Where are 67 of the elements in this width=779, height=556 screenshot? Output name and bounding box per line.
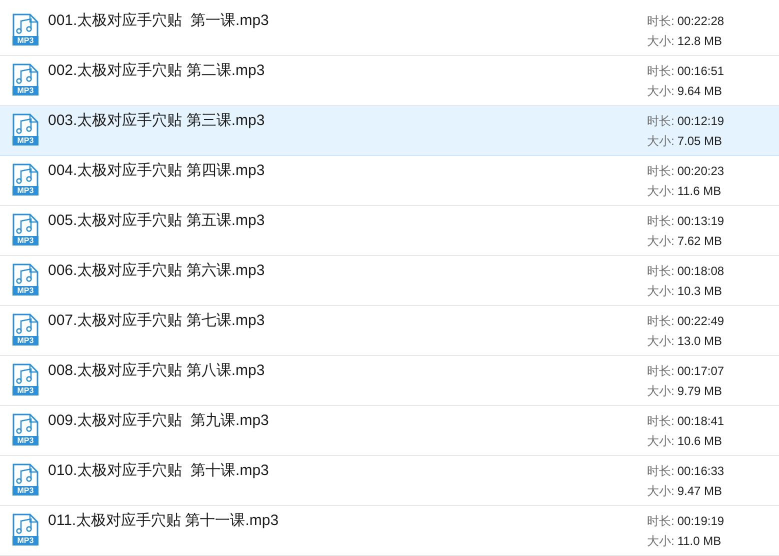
size-value: 9.47 MB: [677, 483, 722, 500]
size-value: 10.3 MB: [677, 283, 722, 300]
size-value: 13.0 MB: [677, 333, 722, 350]
audio-file-icon: MP3: [12, 213, 39, 246]
size-label: 大小:: [647, 183, 674, 200]
audio-file-icon: MP3: [12, 263, 39, 296]
size-value: 12.8 MB: [677, 33, 722, 50]
duration-label: 时长:: [647, 163, 674, 180]
size-label: 大小:: [647, 383, 674, 400]
file-name: 001.太极对应手穴贴 第一课.mp3: [48, 11, 269, 31]
duration-value: 00:16:33: [677, 463, 724, 480]
duration-label: 时长:: [647, 63, 674, 80]
size-label: 大小:: [647, 283, 674, 300]
duration-label: 时长:: [647, 313, 674, 330]
audio-file-icon: MP3: [12, 63, 39, 96]
size-label: 大小:: [647, 133, 674, 150]
audio-file-icon: MP3: [12, 463, 39, 496]
size-value: 7.62 MB: [677, 233, 722, 250]
file-name: 004.太极对应手穴贴 第四课.mp3: [48, 161, 265, 181]
size-value: 9.79 MB: [677, 383, 722, 400]
duration-value: 00:19:19: [677, 513, 724, 530]
duration-value: 00:16:51: [677, 63, 724, 80]
size-value: 10.6 MB: [677, 433, 722, 450]
file-row[interactable]: MP3 003.太极对应手穴贴 第三课.mp3 时长: 00:12:19 大小: 7.05 MB: [0, 106, 779, 156]
size-value: 7.05 MB: [677, 133, 722, 150]
audio-file-icon: MP3: [12, 363, 39, 396]
file-name: 009.太极对应手穴贴 第九课.mp3: [48, 411, 269, 431]
file-name: 006.太极对应手穴贴 第六课.mp3: [48, 261, 265, 281]
file-name: 008.太极对应手穴贴 第八课.mp3: [48, 361, 265, 381]
audio-file-icon: MP3: [12, 13, 39, 46]
duration-value: 00:20:23: [677, 163, 724, 180]
duration-value: 00:12:19: [677, 113, 724, 130]
size-label: 大小:: [647, 33, 674, 50]
file-name: 005.太极对应手穴贴 第五课.mp3: [48, 211, 265, 231]
file-name: 007.太极对应手穴贴 第七课.mp3: [48, 311, 265, 331]
size-label: 大小:: [647, 483, 674, 500]
size-label: 大小:: [647, 233, 674, 250]
audio-file-icon: MP3: [12, 413, 39, 446]
duration-value: 00:22:28: [677, 13, 724, 30]
audio-file-icon: MP3: [12, 313, 39, 346]
duration-value: 00:22:49: [677, 313, 724, 330]
duration-label: 时长:: [647, 113, 674, 130]
file-name: 003.太极对应手穴贴 第三课.mp3: [48, 111, 265, 131]
audio-file-icon: MP3: [12, 113, 39, 146]
size-label: 大小:: [647, 333, 674, 350]
duration-label: 时长:: [647, 13, 674, 30]
duration-label: 时长:: [647, 363, 674, 380]
duration-value: 00:17:07: [677, 363, 724, 380]
duration-label: 时长:: [647, 463, 674, 480]
size-value: 11.0 MB: [677, 533, 722, 550]
duration-value: 00:18:08: [677, 263, 724, 280]
file-name: 002.太极对应手穴贴 第二课.mp3: [48, 61, 265, 81]
file-name: 010.太极对应手穴贴 第十课.mp3: [48, 461, 269, 481]
duration-label: 时长:: [647, 213, 674, 230]
size-label: 大小:: [647, 83, 674, 100]
duration-label: 时长:: [647, 513, 674, 530]
size-label: 大小:: [647, 433, 674, 450]
duration-label: 时长:: [647, 413, 674, 430]
size-value: 11.6 MB: [677, 183, 722, 200]
file-name: 011.太极对应手穴贴 第十一课.mp3: [48, 511, 279, 531]
duration-label: 时长:: [647, 263, 674, 280]
audio-file-icon: MP3: [12, 513, 39, 546]
audio-file-icon: MP3: [12, 163, 39, 196]
size-value: 9.64 MB: [677, 83, 722, 100]
duration-value: 00:13:19: [677, 213, 724, 230]
size-label: 大小:: [647, 533, 674, 550]
duration-value: 00:18:41: [677, 413, 724, 430]
